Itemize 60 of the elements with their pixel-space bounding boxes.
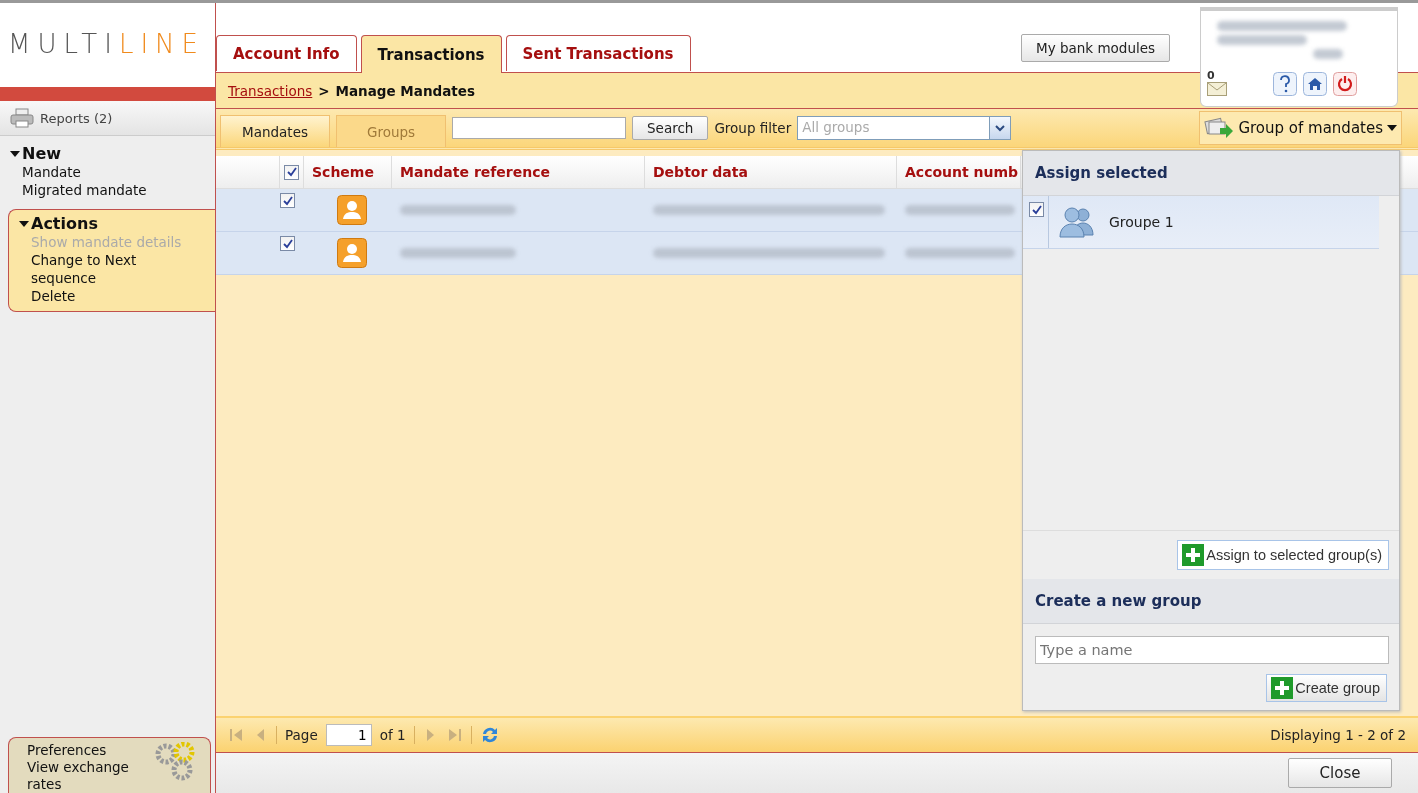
sidebar-link[interactable]: Change to Next sequence (19, 251, 191, 287)
breadcrumb-current: Manage Mandates (335, 82, 475, 99)
column-header[interactable]: Scheme (304, 156, 392, 188)
search-field[interactable] (452, 117, 626, 139)
group-name: Groupe 1 (1109, 214, 1174, 230)
logo: MULTI LINE (8, 29, 206, 59)
checkbox[interactable] (280, 236, 295, 251)
mail-count: 0 (1207, 69, 1216, 82)
first-page-icon[interactable] (228, 727, 244, 743)
breadcrumb-separator: > (318, 82, 330, 99)
sidebar-link[interactable]: Preferences (27, 742, 147, 759)
search-button[interactable]: Search (632, 116, 709, 140)
assign-button[interactable]: Assign to selected group(s) (1177, 540, 1389, 570)
person-icon (337, 238, 367, 268)
plus-icon (1182, 544, 1205, 566)
panel-heading: Assign selected (1023, 151, 1399, 196)
caret-down-icon (1387, 125, 1397, 131)
page-count: of 1 (379, 727, 406, 743)
tab[interactable]: Sent Transactions (505, 35, 691, 71)
create-group-button[interactable]: Create group (1266, 674, 1387, 702)
person-icon (337, 195, 367, 225)
blurred-text (1313, 49, 1343, 59)
tab[interactable]: Transactions (360, 35, 502, 73)
help-icon[interactable] (1273, 72, 1297, 96)
close-button[interactable]: Close (1288, 758, 1392, 788)
mail-icon[interactable] (1207, 82, 1227, 96)
column-header[interactable]: Account numb (897, 156, 1021, 188)
subtab[interactable]: Mandates (220, 115, 330, 147)
sidebar-link[interactable]: Migrated mandate (10, 181, 182, 199)
sidebar-link[interactable]: Mandate (10, 163, 182, 181)
section-title[interactable]: Actions (31, 214, 98, 233)
page-label: Page (285, 727, 318, 743)
reports-bar[interactable]: Reports (2) (0, 101, 215, 136)
tab[interactable]: Account Info (216, 35, 357, 71)
caret-icon (19, 220, 29, 227)
group-menu-button[interactable]: Group of mandates (1199, 111, 1402, 145)
checkbox[interactable] (280, 193, 295, 208)
printer-icon (10, 108, 34, 128)
last-page-icon[interactable] (446, 727, 463, 743)
bank-modules-button[interactable]: My bank modules (1021, 34, 1171, 62)
chevron-down-icon (995, 124, 1006, 132)
group-row[interactable]: Groupe 1 (1023, 196, 1379, 249)
cards-arrow-icon (1204, 116, 1235, 140)
home-icon[interactable] (1303, 72, 1327, 96)
checkbox[interactable] (284, 164, 299, 180)
logout-icon[interactable] (1333, 72, 1357, 96)
checkbox[interactable] (1029, 202, 1044, 217)
section-title[interactable]: New (22, 144, 62, 163)
column-header[interactable]: Debtor data (645, 156, 897, 188)
caret-icon (10, 150, 20, 157)
column-header[interactable]: Mandate reference (392, 156, 645, 188)
plus-icon (1271, 677, 1294, 699)
group-name-field[interactable]: Type a name (1035, 636, 1389, 664)
page-field[interactable]: 1 (325, 724, 372, 746)
sidebar-link[interactable]: Delete (19, 287, 191, 305)
display-count: Displaying 1 - 2 of 2 (1270, 727, 1406, 743)
group-filter-label: Group filter (714, 120, 792, 136)
sidebar-link[interactable]: View exchange rates (27, 759, 147, 793)
breadcrumb-link[interactable]: Transactions (228, 82, 313, 99)
panel-heading: Create a new group (1023, 579, 1399, 624)
